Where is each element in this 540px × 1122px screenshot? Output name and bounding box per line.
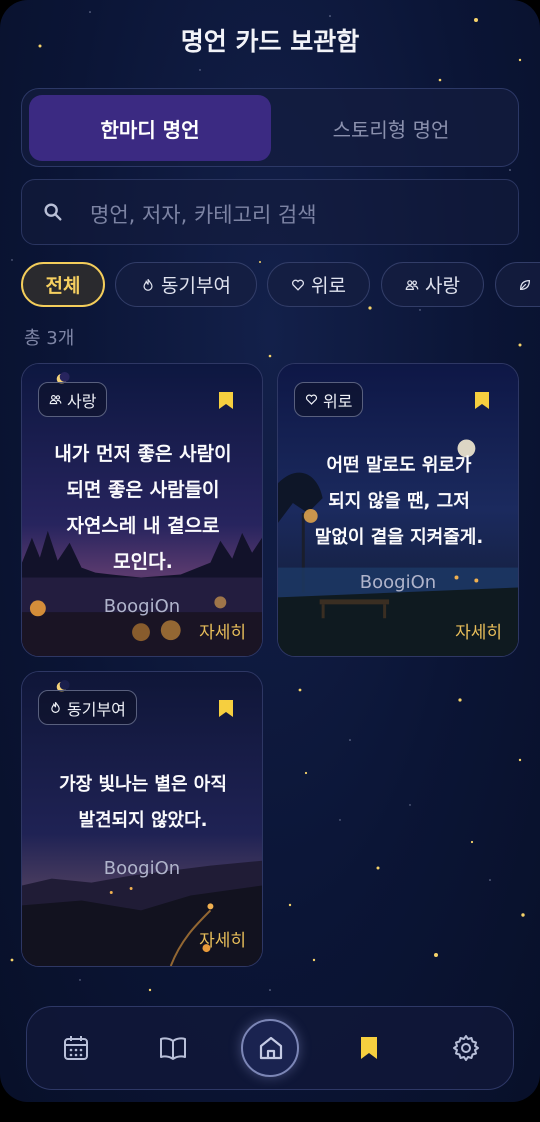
quote-text: 어떤 말로도 위로가 되지 않을 땐, 그저 말없이 곁을 지켜줄게. bbox=[314, 455, 484, 548]
category-badge: 동기부여 bbox=[38, 690, 137, 725]
flame-icon bbox=[51, 701, 60, 713]
filter-chip-love[interactable]: 사랑 bbox=[381, 262, 484, 307]
category-badge: 위로 bbox=[294, 382, 364, 417]
filter-chip-comfort[interactable]: 위로 bbox=[267, 262, 370, 307]
search-icon bbox=[44, 203, 62, 221]
category-label: 사랑 bbox=[67, 391, 97, 411]
category-filter-bar: 전체 동기부여 위로 사랑 bbox=[21, 262, 540, 308]
flame-icon bbox=[143, 278, 153, 291]
tab-story-quotes[interactable]: 스토리형 명언 bbox=[270, 95, 512, 161]
filter-chip-nature[interactable] bbox=[495, 262, 540, 307]
book-icon[interactable] bbox=[158, 1033, 188, 1063]
quote-text: 내가 먼저 좋은 사람이 되면 좋은 사람들이 자연스레 내 곁으로 모인다. bbox=[54, 443, 232, 573]
gear-icon[interactable] bbox=[451, 1033, 481, 1063]
people-icon bbox=[405, 279, 419, 290]
category-badge: 사랑 bbox=[38, 382, 108, 417]
heart-icon bbox=[292, 279, 305, 291]
category-label: 동기부여 bbox=[67, 699, 126, 719]
quote-author: BoogiOn bbox=[359, 572, 437, 593]
filter-chip-label: 사랑 bbox=[425, 275, 460, 297]
filter-chip-label: 위로 bbox=[311, 275, 346, 297]
home-button[interactable] bbox=[241, 1019, 299, 1077]
bookmark-icon[interactable] bbox=[218, 391, 234, 410]
quote-author: BoogiOn bbox=[103, 596, 181, 617]
item-count: 총 3개 bbox=[24, 328, 75, 349]
quote-card[interactable]: 위로 어떤 말로도 위로가 되지 않을 땐, 그저 말없이 곁을 지켜줄게. B… bbox=[277, 363, 519, 657]
calendar-icon[interactable] bbox=[61, 1033, 91, 1063]
filter-chip-all[interactable]: 전체 bbox=[21, 262, 105, 307]
home-icon bbox=[259, 1036, 283, 1060]
bottom-navigation bbox=[26, 1006, 514, 1090]
search-bar[interactable]: 명언, 저자, 카테고리 검색 bbox=[21, 179, 519, 245]
filter-chip-label: 동기부여 bbox=[161, 275, 231, 297]
tab-short-quotes[interactable]: 한마디 명언 bbox=[29, 95, 271, 161]
category-label: 위로 bbox=[323, 391, 353, 411]
quote-card[interactable]: 사랑 내가 먼저 좋은 사람이 되면 좋은 사람들이 자연스레 내 곁으로 모인… bbox=[21, 363, 263, 657]
bookmark-icon[interactable] bbox=[474, 391, 490, 410]
detail-link[interactable]: 자세히 bbox=[455, 618, 502, 643]
detail-link[interactable]: 자세히 bbox=[199, 618, 246, 643]
people-icon bbox=[49, 395, 62, 405]
filter-chip-motivation[interactable]: 동기부여 bbox=[115, 262, 257, 307]
bookmark-icon[interactable] bbox=[354, 1033, 384, 1063]
quote-author: BoogiOn bbox=[103, 858, 181, 879]
search-input[interactable]: 명언, 저자, 카테고리 검색 bbox=[90, 199, 317, 229]
tab-switcher: 한마디 명언 스토리형 명언 bbox=[21, 88, 519, 167]
page-title: 명언 카드 보관함 bbox=[180, 27, 360, 56]
leaf-icon bbox=[520, 279, 530, 290]
app-screen: 명언 카드 보관함 한마디 명언 스토리형 명언 명언, 저자, 카테고리 검색… bbox=[0, 0, 540, 1102]
system-bottom-bar bbox=[0, 1102, 540, 1122]
quote-text: 가장 빛나는 별은 아직 발견되지 않았다. bbox=[59, 774, 227, 831]
detail-link[interactable]: 자세히 bbox=[199, 926, 246, 951]
bookmark-icon[interactable] bbox=[218, 699, 234, 718]
filter-chip-label: 전체 bbox=[45, 275, 81, 297]
heart-icon bbox=[305, 394, 318, 405]
quote-card[interactable]: 동기부여 가장 빛나는 별은 아직 발견되지 않았다. BoogiOn 자세히 bbox=[21, 671, 263, 967]
